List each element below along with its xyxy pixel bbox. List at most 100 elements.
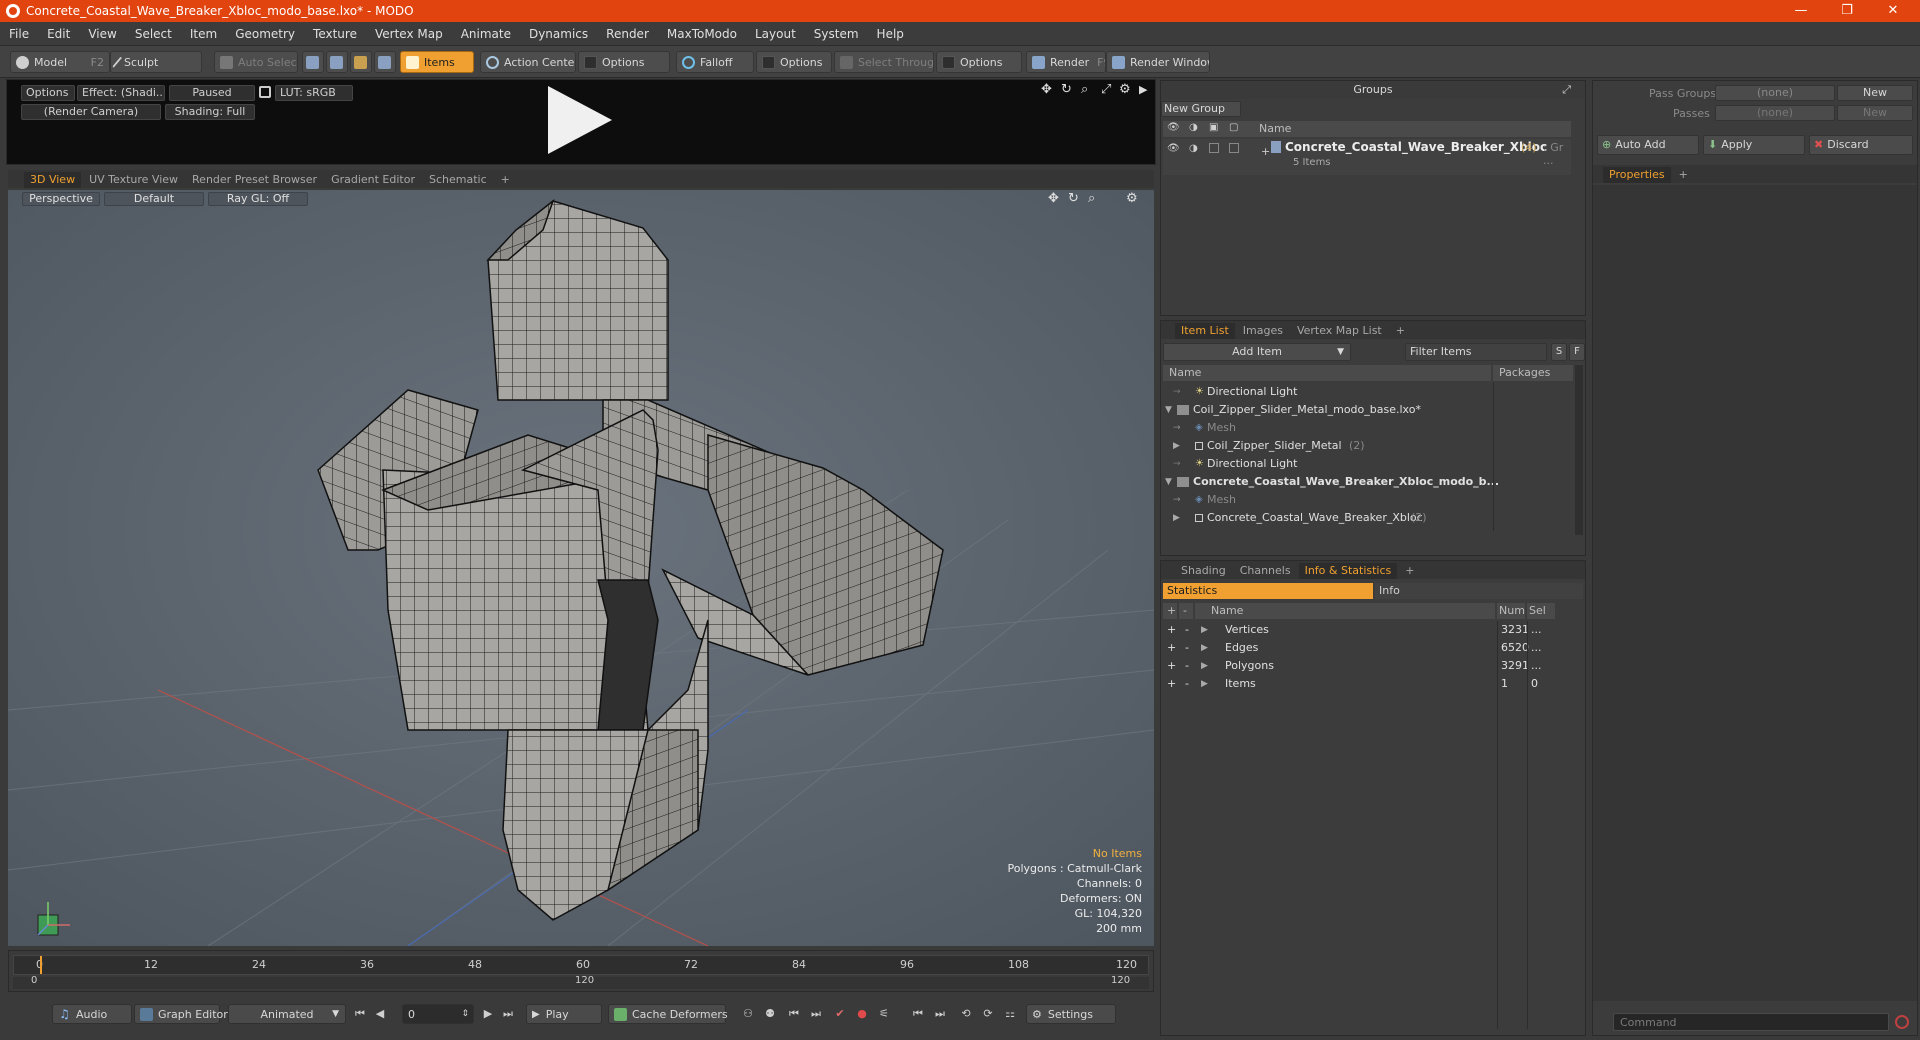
menu-animate[interactable]: Animate: [452, 27, 520, 41]
tab-render-preset-browser[interactable]: Render Preset Browser: [186, 172, 323, 188]
key-options-icon[interactable]: ⚟: [876, 1006, 892, 1022]
remove-stat-icon[interactable]: -: [1185, 621, 1189, 639]
preview-paused-button[interactable]: Paused: [169, 85, 255, 101]
table-row[interactable]: + - ▶ Items 1 0: [1163, 675, 1573, 693]
lut-dropdown[interactable]: LUT: sRGB: [275, 85, 353, 101]
timeline-ruler[interactable]: 0 12 24 36 48 60 72 84 96 108 120: [13, 955, 1149, 975]
polygons-mode-button[interactable]: [350, 51, 372, 73]
perspective-dropdown[interactable]: Perspective: [22, 192, 100, 206]
tab-properties[interactable]: Properties: [1603, 167, 1671, 183]
raygl-dropdown[interactable]: Ray GL: Off: [208, 192, 308, 206]
menu-dynamics[interactable]: Dynamics: [520, 27, 597, 41]
menu-file[interactable]: File: [0, 27, 38, 41]
select-through-options-button[interactable]: Options: [936, 51, 1022, 73]
orbit-icon[interactable]: ↻: [1068, 191, 1079, 206]
list-item[interactable]: → ☀ Directional Light: [1163, 383, 1573, 401]
menu-layout[interactable]: Layout: [746, 27, 805, 41]
vertices-mode-button[interactable]: [302, 51, 324, 73]
next-key-icon[interactable]: ⏭: [808, 1006, 824, 1022]
add-stats-tab[interactable]: +: [1399, 563, 1420, 579]
pan-icon[interactable]: ✥: [1048, 191, 1059, 206]
discard-button[interactable]: ✖ Discard: [1809, 135, 1913, 155]
tab-vertex-map-list[interactable]: Vertex Map List: [1291, 323, 1388, 339]
record-icon[interactable]: ●: [854, 1006, 870, 1022]
expand-icon[interactable]: ⤢: [1101, 82, 1111, 97]
filter-s-button[interactable]: S: [1551, 343, 1567, 361]
go-to-end-icon[interactable]: ⏭: [500, 1006, 516, 1022]
zoom-icon[interactable]: ⌕: [1081, 82, 1088, 97]
items-mode-button[interactable]: Items: [400, 51, 474, 73]
tab-schematic[interactable]: Schematic: [423, 172, 493, 188]
step-back-icon[interactable]: ◀: [372, 1006, 388, 1022]
list-item[interactable]: ▼ Coil_Zipper_Slider_Metal_modo_base.lxo…: [1163, 401, 1573, 419]
stop-command-icon[interactable]: [1895, 1015, 1909, 1029]
timeline[interactable]: 0 12 24 36 48 60 72 84 96 108 120 0 120 …: [8, 950, 1154, 992]
new-group-button[interactable]: New Group: [1161, 101, 1241, 117]
tab-shading[interactable]: Shading: [1175, 563, 1232, 579]
new-pass-group-button[interactable]: New: [1837, 85, 1913, 101]
playhead[interactable]: [40, 956, 42, 974]
tab-uv-texture-view[interactable]: UV Texture View: [83, 172, 184, 188]
apply-button[interactable]: ⬇ Apply: [1703, 135, 1805, 155]
sync-icon[interactable]: ⟳: [980, 1006, 996, 1022]
menu-vertex-map[interactable]: Vertex Map: [366, 27, 452, 41]
expand-icon[interactable]: ▶: [1173, 509, 1180, 527]
list-item[interactable]: ▶ Concrete_Coastal_Wave_Breaker_Xbloc (2…: [1163, 509, 1573, 527]
play-button[interactable]: ▶ Play: [526, 1004, 602, 1024]
model-mode-button[interactable]: Model F2: [10, 51, 110, 73]
3d-viewport[interactable]: Perspective Default Ray GL: Off ✥ ↻ ⌕ ⚙ …: [8, 190, 1154, 946]
preview-options-button[interactable]: Options: [21, 85, 75, 101]
render-camera-dropdown[interactable]: (Render Camera): [21, 104, 161, 120]
collapse-icon[interactable]: ▼: [1165, 473, 1172, 491]
edges-mode-button[interactable]: [326, 51, 348, 73]
render-window-button[interactable]: Render Window: [1106, 51, 1210, 73]
filter-items-input[interactable]: Filter Items: [1405, 343, 1547, 361]
menu-geometry[interactable]: Geometry: [226, 27, 304, 41]
menu-system[interactable]: System: [805, 27, 868, 41]
passes-dropdown[interactable]: (none): [1715, 105, 1835, 121]
viewport-settings-icon[interactable]: ⚙: [1126, 191, 1138, 206]
shading-dropdown[interactable]: Shading: Full: [165, 104, 255, 120]
add-properties-tab[interactable]: +: [1673, 167, 1694, 183]
cache-deformers-button[interactable]: Cache Deformers: [608, 1004, 728, 1024]
lock-icon[interactable]: [259, 86, 271, 98]
snap-icon[interactable]: ⚏: [1002, 1006, 1018, 1022]
settings-button[interactable]: ⚙ Settings: [1026, 1004, 1116, 1024]
select-through-button[interactable]: Select Through: [834, 51, 934, 73]
render-icon[interactable]: ◑: [1189, 143, 1198, 154]
falloff-options-button[interactable]: Options: [756, 51, 832, 73]
add-item-dropdown[interactable]: Add Item ▼: [1163, 343, 1351, 361]
tab-item-list[interactable]: Item List: [1175, 323, 1235, 339]
eye-icon[interactable]: 👁: [1167, 122, 1180, 133]
prev-key-icon[interactable]: ⏮: [786, 1006, 802, 1022]
table-row[interactable]: + - ▶ Polygons 3291 ...: [1163, 657, 1573, 675]
table-row[interactable]: + - ▶ Edges 6520 ...: [1163, 639, 1573, 657]
expand-icon[interactable]: ▶: [1201, 675, 1208, 693]
add-item-tab[interactable]: +: [1390, 323, 1411, 339]
remove-stat-icon[interactable]: -: [1185, 639, 1189, 657]
visibility-icon[interactable]: 👁: [1167, 143, 1180, 154]
materials-mode-button[interactable]: [374, 51, 396, 73]
menu-maxtomodo[interactable]: MaxToModo: [658, 27, 746, 41]
arrow-right-icon[interactable]: ▶: [1139, 83, 1147, 96]
tab-channels[interactable]: Channels: [1234, 563, 1297, 579]
menu-edit[interactable]: Edit: [38, 27, 79, 41]
group-row[interactable]: 👁 ◑ + Concrete_Coastal_Wave_Breaker_Xblo…: [1163, 139, 1571, 175]
rotate-icon[interactable]: ↻: [1061, 82, 1072, 97]
table-row[interactable]: + - ▶ Vertices 3231 ...: [1163, 621, 1573, 639]
gear-icon[interactable]: ⚙: [1119, 82, 1131, 97]
audio-button[interactable]: ♫ Audio: [52, 1004, 132, 1024]
menu-render[interactable]: Render: [597, 27, 658, 41]
add-stat-icon[interactable]: +: [1167, 675, 1176, 693]
minimize-button[interactable]: —: [1778, 0, 1824, 22]
tab-info-statistics[interactable]: Info & Statistics: [1298, 563, 1398, 579]
move-icon[interactable]: ✥: [1041, 82, 1052, 97]
list-item[interactable]: ▼ Concrete_Coastal_Wave_Breaker_Xbloc_mo…: [1163, 473, 1573, 491]
auto-add-button[interactable]: ⊕ Auto Add: [1597, 135, 1699, 155]
info-tab[interactable]: Info: [1375, 583, 1583, 599]
list-item[interactable]: → ☀ Directional Light: [1163, 455, 1573, 473]
step-forward-icon[interactable]: ▶: [480, 1006, 496, 1022]
add-stat-icon[interactable]: +: [1167, 621, 1176, 639]
select-col-icon[interactable]: ▢: [1229, 122, 1238, 133]
maximize-button[interactable]: ❐: [1824, 0, 1870, 22]
